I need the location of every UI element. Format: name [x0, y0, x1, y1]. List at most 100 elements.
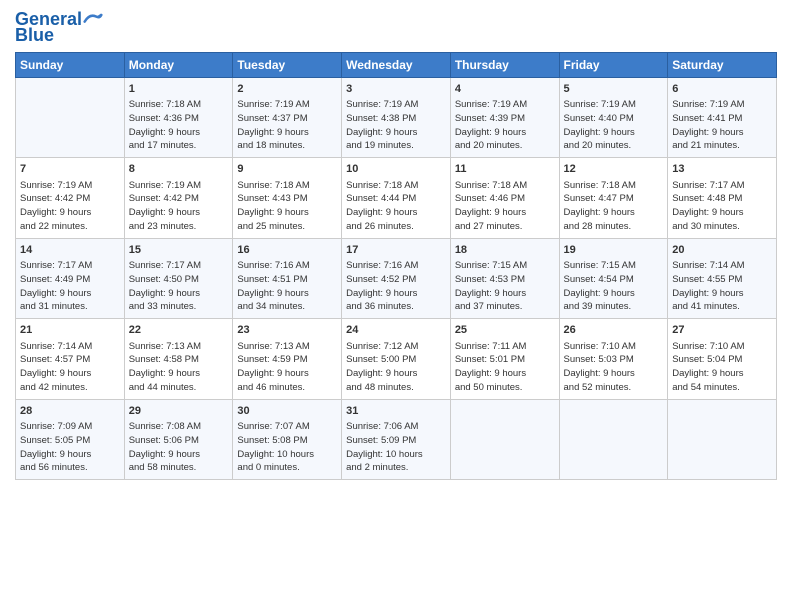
day-number: 2 — [237, 82, 337, 97]
day-number: 3 — [346, 82, 446, 97]
day-cell: 31Sunrise: 7:06 AMSunset: 5:09 PMDayligh… — [342, 399, 451, 479]
day-number: 26 — [564, 323, 664, 338]
column-header-wednesday: Wednesday — [342, 52, 451, 77]
column-header-monday: Monday — [124, 52, 233, 77]
day-cell: 22 Sunrise: 7:13 AMSunset: 4:58 PMDayligh… — [124, 319, 233, 399]
day-number: 6 — [672, 82, 772, 97]
day-number: 29 — [129, 404, 229, 419]
week-row-3: 14Sunrise: 7:17 AMSunset: 4:49 PMDayligh… — [16, 238, 777, 318]
day-details: Sunrise: 7:18 AMSunset: 4:43 PMDaylight:… — [237, 179, 337, 234]
day-number: 31 — [346, 404, 446, 419]
day-cell: 21 Sunrise: 7:14 AMSunset: 4:57 PMDayligh… — [16, 319, 125, 399]
day-cell — [559, 399, 668, 479]
day-cell: 24 Sunrise: 7:12 AMSunset: 5:00 PMDayligh… — [342, 319, 451, 399]
day-number: 14 — [20, 243, 120, 258]
day-number: 17 — [346, 243, 446, 258]
day-details: Sunrise: 7:18 AMSunset: 4:44 PMDaylight:… — [346, 179, 446, 234]
column-header-tuesday: Tuesday — [233, 52, 342, 77]
day-cell: 29Sunrise: 7:08 AMSunset: 5:06 PMDayligh… — [124, 399, 233, 479]
day-number: 27 — [672, 323, 772, 338]
day-details: Sunrise: 7:08 AMSunset: 5:06 PMDaylight:… — [129, 420, 229, 475]
day-cell: 23 Sunrise: 7:13 AMSunset: 4:59 PMDayligh… — [233, 319, 342, 399]
day-details: Sunrise: 7:15 AMSunset: 4:53 PMDaylight:… — [455, 259, 555, 314]
day-cell: 6Sunrise: 7:19 AMSunset: 4:41 PMDaylight… — [668, 77, 777, 157]
day-cell: 2Sunrise: 7:19 AMSunset: 4:37 PMDaylight… — [233, 77, 342, 157]
day-number: 1 — [129, 82, 229, 97]
day-cell — [450, 399, 559, 479]
day-details: Sunrise: 7:19 AMSunset: 4:38 PMDaylight:… — [346, 98, 446, 153]
day-details: Sunrise: 7:19 AMSunset: 4:42 PMDaylight:… — [20, 179, 120, 234]
day-number: 15 — [129, 243, 229, 258]
day-details: Sunrise: 7:11 AMSunset: 5:01 PMDaylight:… — [455, 340, 555, 395]
column-header-thursday: Thursday — [450, 52, 559, 77]
day-number: 22 — [129, 323, 229, 338]
day-cell: 7 Sunrise: 7:19 AMSunset: 4:42 PMDaylight… — [16, 158, 125, 238]
day-number: 4 — [455, 82, 555, 97]
day-number: 10 — [346, 162, 446, 177]
day-cell: 28Sunrise: 7:09 AMSunset: 5:05 PMDayligh… — [16, 399, 125, 479]
day-details: Sunrise: 7:19 AMSunset: 4:39 PMDaylight:… — [455, 98, 555, 153]
day-number: 21 — [20, 323, 120, 338]
day-cell: 30Sunrise: 7:07 AMSunset: 5:08 PMDayligh… — [233, 399, 342, 479]
day-details: Sunrise: 7:14 AMSunset: 4:57 PMDaylight:… — [20, 340, 120, 395]
week-row-4: 21 Sunrise: 7:14 AMSunset: 4:57 PMDayligh… — [16, 319, 777, 399]
day-details: Sunrise: 7:16 AMSunset: 4:52 PMDaylight:… — [346, 259, 446, 314]
day-cell: 16Sunrise: 7:16 AMSunset: 4:51 PMDayligh… — [233, 238, 342, 318]
day-cell: 8 Sunrise: 7:19 AMSunset: 4:42 PMDaylight… — [124, 158, 233, 238]
day-number: 5 — [564, 82, 664, 97]
day-details: Sunrise: 7:16 AMSunset: 4:51 PMDaylight:… — [237, 259, 337, 314]
column-header-saturday: Saturday — [668, 52, 777, 77]
column-header-sunday: Sunday — [16, 52, 125, 77]
logo: General Blue — [15, 10, 103, 46]
week-row-1: 1Sunrise: 7:18 AMSunset: 4:36 PMDaylight… — [16, 77, 777, 157]
day-number: 7 — [20, 162, 120, 177]
day-cell: 11 Sunrise: 7:18 AMSunset: 4:46 PMDayligh… — [450, 158, 559, 238]
day-number: 20 — [672, 243, 772, 258]
day-details: Sunrise: 7:18 AMSunset: 4:36 PMDaylight:… — [129, 98, 229, 153]
day-cell — [668, 399, 777, 479]
day-number: 8 — [129, 162, 229, 177]
day-details: Sunrise: 7:19 AMSunset: 4:42 PMDaylight:… — [129, 179, 229, 234]
week-row-5: 28Sunrise: 7:09 AMSunset: 5:05 PMDayligh… — [16, 399, 777, 479]
day-number: 9 — [237, 162, 337, 177]
day-cell: 15Sunrise: 7:17 AMSunset: 4:50 PMDayligh… — [124, 238, 233, 318]
day-details: Sunrise: 7:19 AMSunset: 4:40 PMDaylight:… — [564, 98, 664, 153]
day-cell: 27 Sunrise: 7:10 AMSunset: 5:04 PMDayligh… — [668, 319, 777, 399]
day-cell: 3Sunrise: 7:19 AMSunset: 4:38 PMDaylight… — [342, 77, 451, 157]
day-cell: 5Sunrise: 7:19 AMSunset: 4:40 PMDaylight… — [559, 77, 668, 157]
day-details: Sunrise: 7:18 AMSunset: 4:47 PMDaylight:… — [564, 179, 664, 234]
day-number: 11 — [455, 162, 555, 177]
day-details: Sunrise: 7:19 AMSunset: 4:37 PMDaylight:… — [237, 98, 337, 153]
day-details: Sunrise: 7:17 AMSunset: 4:49 PMDaylight:… — [20, 259, 120, 314]
day-details: Sunrise: 7:12 AMSunset: 5:00 PMDaylight:… — [346, 340, 446, 395]
day-number: 19 — [564, 243, 664, 258]
column-headers: SundayMondayTuesdayWednesdayThursdayFrid… — [16, 52, 777, 77]
day-cell: 18Sunrise: 7:15 AMSunset: 4:53 PMDayligh… — [450, 238, 559, 318]
day-cell: 20Sunrise: 7:14 AMSunset: 4:55 PMDayligh… — [668, 238, 777, 318]
day-cell: 14Sunrise: 7:17 AMSunset: 4:49 PMDayligh… — [16, 238, 125, 318]
day-details: Sunrise: 7:13 AMSunset: 4:59 PMDaylight:… — [237, 340, 337, 395]
day-details: Sunrise: 7:14 AMSunset: 4:55 PMDaylight:… — [672, 259, 772, 314]
day-cell: 9 Sunrise: 7:18 AMSunset: 4:43 PMDaylight… — [233, 158, 342, 238]
day-details: Sunrise: 7:13 AMSunset: 4:58 PMDaylight:… — [129, 340, 229, 395]
day-number: 24 — [346, 323, 446, 338]
day-number: 23 — [237, 323, 337, 338]
day-details: Sunrise: 7:17 AMSunset: 4:50 PMDaylight:… — [129, 259, 229, 314]
day-number: 25 — [455, 323, 555, 338]
day-details: Sunrise: 7:18 AMSunset: 4:46 PMDaylight:… — [455, 179, 555, 234]
day-number: 30 — [237, 404, 337, 419]
day-details: Sunrise: 7:19 AMSunset: 4:41 PMDaylight:… — [672, 98, 772, 153]
day-cell: 17Sunrise: 7:16 AMSunset: 4:52 PMDayligh… — [342, 238, 451, 318]
day-details: Sunrise: 7:06 AMSunset: 5:09 PMDaylight:… — [346, 420, 446, 475]
column-header-friday: Friday — [559, 52, 668, 77]
day-number: 18 — [455, 243, 555, 258]
day-cell: 26Sunrise: 7:10 AMSunset: 5:03 PMDayligh… — [559, 319, 668, 399]
day-cell: 4Sunrise: 7:19 AMSunset: 4:39 PMDaylight… — [450, 77, 559, 157]
day-number: 13 — [672, 162, 772, 177]
day-cell: 10 Sunrise: 7:18 AMSunset: 4:44 PMDayligh… — [342, 158, 451, 238]
day-details: Sunrise: 7:10 AMSunset: 5:04 PMDaylight:… — [672, 340, 772, 395]
day-cell: 12Sunrise: 7:18 AMSunset: 4:47 PMDayligh… — [559, 158, 668, 238]
day-number: 28 — [20, 404, 120, 419]
day-cell: 19Sunrise: 7:15 AMSunset: 4:54 PMDayligh… — [559, 238, 668, 318]
day-number: 16 — [237, 243, 337, 258]
